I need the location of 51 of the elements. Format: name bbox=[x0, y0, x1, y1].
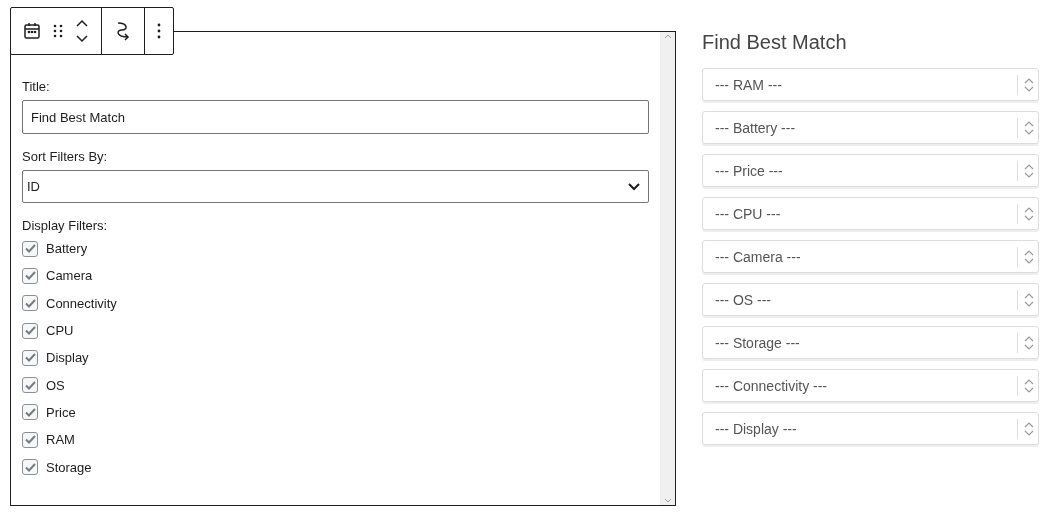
up-down-icon bbox=[1024, 248, 1034, 265]
checkbox-label: Storage bbox=[46, 459, 92, 475]
filter-select[interactable]: --- Connectivity --- bbox=[702, 369, 1039, 402]
more-vertical-icon bbox=[157, 23, 161, 39]
up-down-icon bbox=[1024, 420, 1034, 437]
scroll-up-icon bbox=[663, 34, 672, 39]
field-label: Sort Filters By: bbox=[22, 149, 109, 164]
filter-select[interactable]: --- OS --- bbox=[702, 283, 1039, 316]
filter-select[interactable]: --- Display --- bbox=[702, 412, 1039, 445]
filter-select[interactable]: --- CPU --- bbox=[702, 197, 1039, 230]
checkbox[interactable] bbox=[22, 295, 38, 312]
scroll-down-icon bbox=[663, 498, 672, 503]
curved-arrow-icon bbox=[114, 21, 132, 41]
checkbox-label: Connectivity bbox=[46, 295, 117, 311]
checkbox-label: Camera bbox=[46, 268, 93, 284]
up-down-icon bbox=[1024, 76, 1034, 93]
title-input[interactable]: Find Best Match bbox=[22, 100, 649, 134]
up-down-icon bbox=[1024, 119, 1034, 136]
up-down-icon bbox=[1024, 205, 1034, 222]
chevron-down-icon bbox=[628, 182, 640, 191]
checkbox-label: RAM bbox=[46, 432, 75, 448]
up-down-icon bbox=[1024, 334, 1034, 351]
checkbox-label: OS bbox=[46, 377, 65, 393]
filter-select[interactable]: --- Price --- bbox=[702, 154, 1039, 187]
drag-handle-icon bbox=[53, 24, 63, 38]
calendar-icon bbox=[23, 22, 41, 40]
field-label: Title: bbox=[22, 79, 51, 94]
field-label: Display Filters: bbox=[22, 218, 109, 233]
preview-title: Find Best Match bbox=[702, 31, 848, 54]
checkbox[interactable] bbox=[22, 322, 38, 339]
checkbox[interactable] bbox=[22, 431, 38, 448]
up-down-icon bbox=[1024, 377, 1034, 394]
checkbox[interactable] bbox=[22, 377, 38, 394]
checkbox-label: Price bbox=[46, 404, 76, 420]
up-down-icon bbox=[1024, 162, 1034, 179]
checkbox[interactable] bbox=[22, 349, 38, 366]
checkbox[interactable] bbox=[22, 404, 38, 421]
checkbox[interactable] bbox=[22, 267, 38, 284]
checkbox[interactable] bbox=[22, 459, 38, 475]
checkbox[interactable] bbox=[22, 240, 38, 257]
up-down-icon bbox=[1024, 291, 1034, 308]
filter-select[interactable]: --- Battery --- bbox=[702, 111, 1039, 144]
checkbox-label: CPU bbox=[46, 323, 74, 339]
checkbox-label: Battery bbox=[46, 241, 88, 257]
checkbox-label: Display bbox=[46, 350, 89, 366]
filter-select[interactable]: --- RAM --- bbox=[702, 68, 1039, 101]
sort-select[interactable]: ID bbox=[22, 170, 649, 203]
up-down-chevron-icon bbox=[75, 19, 89, 43]
filter-select[interactable]: --- Camera --- bbox=[702, 240, 1039, 273]
filter-select[interactable]: --- Storage --- bbox=[702, 326, 1039, 359]
scrollbar[interactable] bbox=[660, 32, 675, 505]
